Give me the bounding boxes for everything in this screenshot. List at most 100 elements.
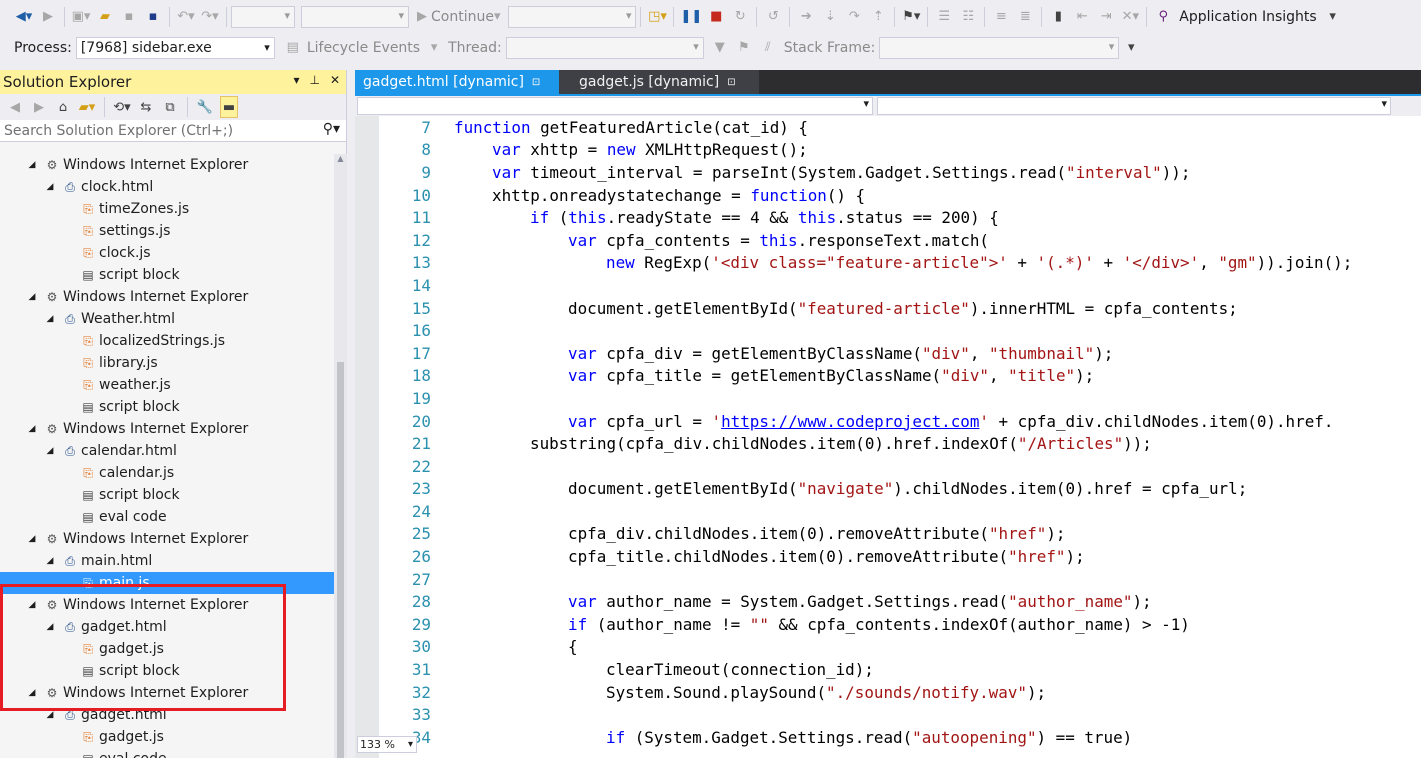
code-line[interactable]: 26 cpfa_title.childNodes.item(0).removeAt… <box>379 545 1421 568</box>
close-icon[interactable]: ✕ <box>330 73 340 87</box>
tree-node[interactable]: ▤ script block <box>0 484 334 506</box>
new-item-icon[interactable]: ▣▾ <box>71 6 91 28</box>
clear-bookmarks-icon[interactable]: ✕▾ <box>1120 6 1140 28</box>
process-dropdown[interactable]: [7968] sidebar.exe <box>75 36 275 59</box>
platform-dropdown[interactable] <box>301 5 409 28</box>
tree-node[interactable]: ◢ ⚙ Windows Internet Explorer <box>0 594 334 616</box>
tree-node[interactable]: ◢ ⚙ Windows Internet Explorer <box>0 154 334 176</box>
thread-dropdown[interactable] <box>505 36 704 59</box>
lifecycle-dropdown-icon[interactable]: ▾ <box>424 37 444 59</box>
expand-arrow-icon[interactable]: ◢ <box>26 534 38 544</box>
tree-node[interactable]: ◢ ⎙ calendar.html <box>0 440 334 462</box>
tree-node[interactable]: ▤ script block <box>0 264 334 286</box>
code-line[interactable]: 8 var xhttp = new XMLHttpRequest(); <box>379 139 1421 162</box>
properties-icon[interactable]: 🔧 <box>196 96 214 118</box>
tree-node[interactable]: ◢ ⎙ gadget.html <box>0 704 334 726</box>
code-line[interactable]: 22 <box>379 455 1421 478</box>
back-icon[interactable]: ◀ <box>6 96 24 118</box>
window-position-dropdown-icon[interactable]: ▾ <box>293 73 299 87</box>
code-line[interactable]: 25 cpfa_div.childNodes.item(0).removeAttr… <box>379 523 1421 546</box>
tree-node[interactable]: ⎘ main.js <box>0 572 334 594</box>
tree-node[interactable]: ⎘ gadget.js <box>0 638 334 660</box>
tree-node[interactable]: ⎘ gadget.js <box>0 726 334 748</box>
code-line[interactable]: 34 if (System.Gadget.Settings.read("autoo… <box>379 726 1421 749</box>
uncomment-icon[interactable]: ≣ <box>1015 6 1035 28</box>
application-insights-dropdown-icon[interactable]: ▾ <box>1323 6 1343 28</box>
scrollbar-thumb[interactable] <box>337 362 344 758</box>
tree-node[interactable]: ◢ ⎙ Weather.html <box>0 308 334 330</box>
collapse-all-icon[interactable]: ⧉ <box>161 96 179 118</box>
code-line[interactable]: 30 { <box>379 636 1421 659</box>
members-dropdown[interactable] <box>877 97 1391 115</box>
types-dropdown[interactable] <box>357 97 873 115</box>
tree-node[interactable]: ▤ script block <box>0 660 334 682</box>
tree-node[interactable]: ⎘ clock.js <box>0 242 334 264</box>
code-line[interactable]: 27 <box>379 568 1421 591</box>
exceptions-icon[interactable]: ⚑▾ <box>901 6 921 28</box>
code-line[interactable]: 31 clearTimeout(connection_id); <box>379 658 1421 681</box>
code-line[interactable]: 18 var cpfa_title = getElementByClassName… <box>379 365 1421 388</box>
pin-tab-icon[interactable]: ⊡ <box>727 77 735 88</box>
zoom-dropdown[interactable]: 133 % <box>357 736 417 753</box>
tree-node[interactable]: ⎘ library.js <box>0 352 334 374</box>
save-icon[interactable]: ▪ <box>119 6 139 28</box>
switch-views-icon[interactable]: ▰▾ <box>78 96 96 118</box>
step-over-icon[interactable]: ↷ <box>844 6 864 28</box>
expand-arrow-icon[interactable]: ◢ <box>44 182 56 192</box>
continue-button[interactable]: ▶ Continue ▾ <box>417 6 500 28</box>
code-line[interactable]: 29 if (author_name != "" && cpfa_contents… <box>379 613 1421 636</box>
code-line[interactable]: 12 var cpfa_contents = this.responseText.… <box>379 229 1421 252</box>
tree-node[interactable]: ◢ ⎙ gadget.html <box>0 616 334 638</box>
tree-node[interactable]: ⎘ settings.js <box>0 220 334 242</box>
code-line[interactable]: 33 <box>379 703 1421 726</box>
application-insights-icon[interactable]: ⚲ <box>1153 6 1173 28</box>
forward-icon[interactable]: ▶ <box>30 96 48 118</box>
code-line[interactable]: 28 var author_name = System.Gadget.Settin… <box>379 590 1421 613</box>
sync-with-document-icon[interactable]: ⇆ <box>137 96 155 118</box>
save-all-icon[interactable]: ▪ <box>143 6 163 28</box>
code-line[interactable]: 21 substring(cpfa_div.childNodes.item(0).… <box>379 432 1421 455</box>
step-into-icon[interactable]: ⇣ <box>820 6 840 28</box>
code-line[interactable]: 9 var timeout_interval = parseInt(System.… <box>379 161 1421 184</box>
expand-arrow-icon[interactable]: ◢ <box>44 710 56 720</box>
document-tab[interactable]: gadget.js [dynamic] ⊡ <box>559 70 759 94</box>
code-line[interactable]: 10 xhttp.onreadystatechange = function() … <box>379 184 1421 207</box>
undo-icon[interactable]: ↶▾ <box>176 6 196 28</box>
home-icon[interactable]: ⌂ <box>54 96 72 118</box>
pending-changes-filter-icon[interactable]: ⟲▾ <box>113 96 131 118</box>
code-line[interactable]: 24 <box>379 500 1421 523</box>
solution-explorer-search[interactable]: Search Solution Explorer (Ctrl+;) ⚲▾ <box>0 120 346 142</box>
tree-scrollbar[interactable]: ▲ <box>334 154 347 758</box>
document-tab[interactable]: gadget.html [dynamic] ⊡ <box>355 70 559 94</box>
code-line[interactable]: 11 if (this.readyState == 4 && this.statu… <box>379 206 1421 229</box>
comment-icon[interactable]: ≡ <box>991 6 1011 28</box>
code-area[interactable]: 7 function getFeaturedArticle(cat_id) {8 v… <box>379 116 1421 758</box>
back-icon[interactable]: ◀▾ <box>14 6 34 28</box>
refresh-icon[interactable]: ↺ <box>763 6 783 28</box>
prev-bookmark-icon[interactable]: ⇤ <box>1072 6 1092 28</box>
restart-icon[interactable]: ↻ <box>730 6 750 28</box>
browser-link-icon[interactable]: ◳▾ <box>647 6 667 28</box>
tree-node[interactable]: ⎘ weather.js <box>0 374 334 396</box>
code-line[interactable]: 17 var cpfa_div = getElementByClassName("… <box>379 342 1421 365</box>
tree-node[interactable]: ▤ script block <box>0 396 334 418</box>
scroll-up-icon[interactable]: ▲ <box>334 154 347 168</box>
tree-node[interactable]: ⎘ localizedStrings.js <box>0 330 334 352</box>
code-line[interactable]: 14 <box>379 274 1421 297</box>
expand-arrow-icon[interactable]: ◢ <box>44 314 56 324</box>
code-line[interactable]: 32 System.Sound.playSound("./sounds/notif… <box>379 681 1421 704</box>
tree-node[interactable]: ◢ ⚙ Windows Internet Explorer <box>0 418 334 440</box>
expand-arrow-icon[interactable]: ◢ <box>44 556 56 566</box>
break-all-icon[interactable]: ❚❚ <box>680 6 702 28</box>
bookmark-icon[interactable]: ▮ <box>1048 6 1068 28</box>
redo-icon[interactable]: ↷▾ <box>200 6 220 28</box>
next-bookmark-icon[interactable]: ⇥ <box>1096 6 1116 28</box>
open-folder-icon[interactable]: ▰ <box>95 6 115 28</box>
show-next-statement-icon[interactable]: ➔ <box>796 6 816 28</box>
search-input[interactable]: Search Solution Explorer (Ctrl+;) <box>4 123 233 139</box>
forward-icon[interactable]: ▶ <box>38 6 58 28</box>
expand-arrow-icon[interactable]: ◢ <box>26 292 38 302</box>
stack-frame-icon[interactable]: ⫽ <box>758 37 778 59</box>
expand-arrow-icon[interactable]: ◢ <box>26 600 38 610</box>
code-line[interactable]: 15 document.getElementById("featured-arti… <box>379 297 1421 320</box>
